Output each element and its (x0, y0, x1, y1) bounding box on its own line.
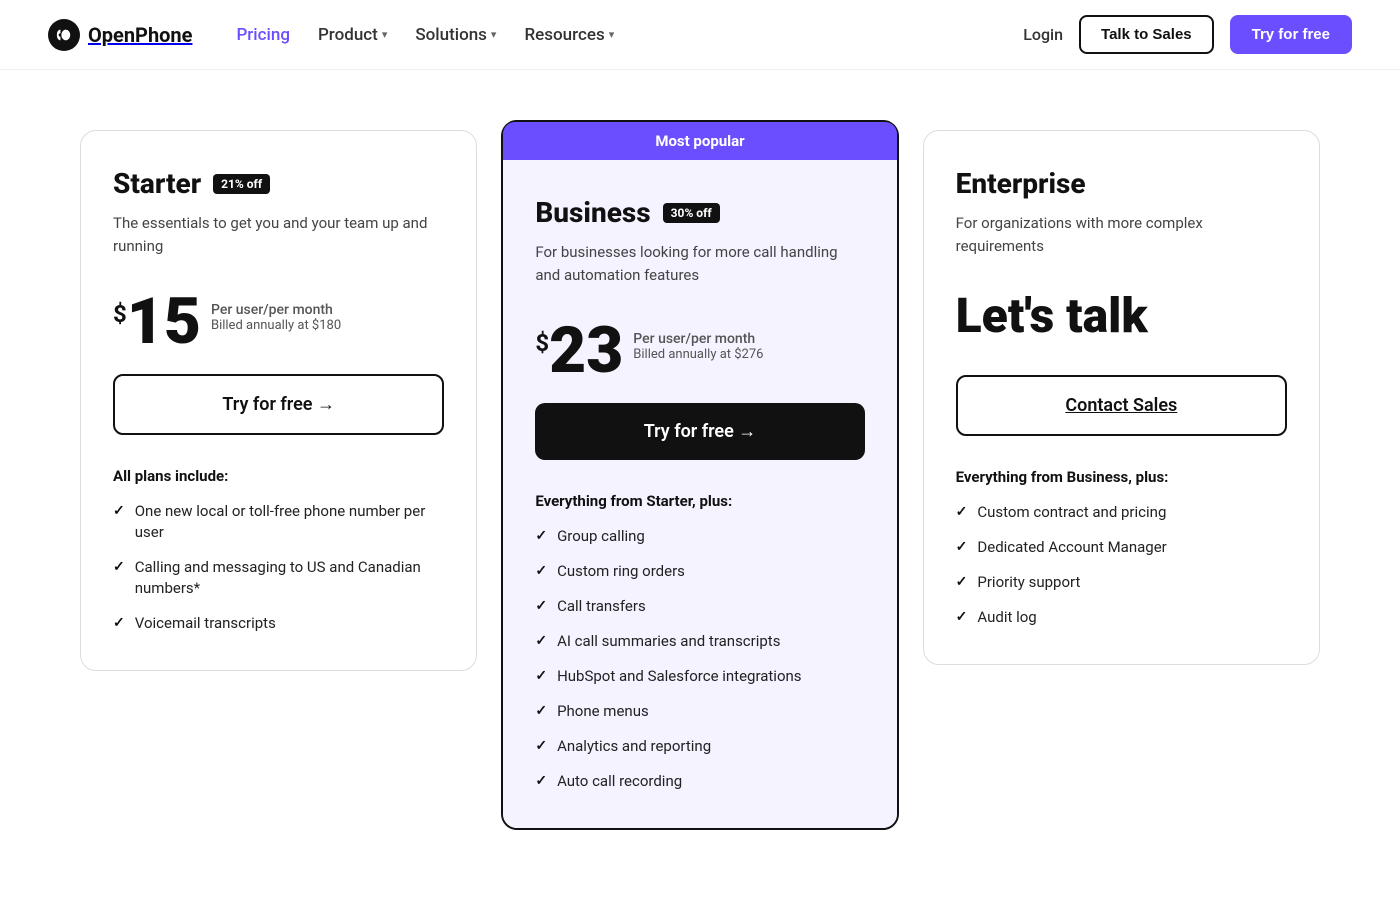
business-feature-list: ✓ Group calling ✓ Custom ring orders ✓ C… (535, 526, 864, 792)
starter-description: The essentials to get you and your team … (113, 212, 444, 262)
most-popular-banner: Most popular (503, 122, 896, 160)
business-price-per: Per user/per month (633, 331, 763, 347)
starter-card: Starter 21% off The essentials to get yo… (80, 130, 477, 671)
business-plan-name: Business (535, 196, 650, 229)
nav-left: OpenPhone Pricing Product ▾ Solutions ▾ … (48, 19, 626, 51)
list-item: ✓ Priority support (956, 572, 1287, 593)
business-features-title: Everything from Starter, plus: (535, 492, 864, 510)
list-item: ✓ Custom contract and pricing (956, 502, 1287, 523)
list-item: ✓ HubSpot and Salesforce integrations (535, 666, 864, 687)
check-icon: ✓ (535, 667, 547, 687)
enterprise-features-title: Everything from Business, plus: (956, 468, 1287, 486)
list-item: ✓ Analytics and reporting (535, 736, 864, 757)
chevron-down-icon: ▾ (609, 28, 615, 41)
nav-links: Pricing Product ▾ Solutions ▾ Resources … (224, 19, 626, 51)
business-price-meta: Per user/per month Billed annually at $2… (633, 319, 763, 362)
starter-price-section: $ 15 Per user/per month Billed annually … (113, 290, 444, 354)
list-item: ✓ Voicemail transcripts (113, 613, 444, 634)
starter-dollar: $ (113, 300, 127, 328)
check-icon: ✓ (535, 562, 547, 582)
check-icon: ✓ (113, 502, 125, 522)
check-icon: ✓ (956, 503, 968, 523)
nav-link-product[interactable]: Product ▾ (306, 19, 399, 51)
check-icon: ✓ (535, 737, 547, 757)
talk-to-sales-button[interactable]: Talk to Sales (1079, 15, 1214, 54)
check-icon: ✓ (535, 632, 547, 652)
business-amount: 23 (549, 319, 623, 383)
business-cta-button[interactable]: Try for free → (535, 403, 864, 460)
list-item: ✓ Audit log (956, 607, 1287, 628)
list-item: ✓ Custom ring orders (535, 561, 864, 582)
starter-cta-button[interactable]: Try for free → (113, 374, 444, 435)
login-button[interactable]: Login (1023, 25, 1063, 44)
chevron-down-icon: ▾ (382, 28, 388, 41)
chevron-down-icon: ▾ (491, 28, 497, 41)
logo-icon (48, 19, 80, 51)
list-item: ✓ AI call summaries and transcripts (535, 631, 864, 652)
list-item: ✓ Call transfers (535, 596, 864, 617)
business-price-billed: Billed annually at $276 (633, 347, 763, 362)
nav-link-solutions[interactable]: Solutions ▾ (403, 19, 508, 51)
enterprise-plan-name: Enterprise (956, 167, 1086, 200)
business-card-wrapper: Most popular Business 30% off For busine… (501, 120, 898, 830)
nav-link-resources[interactable]: Resources ▾ (512, 19, 626, 51)
starter-price-billed: Billed annually at $180 (211, 318, 341, 333)
business-card: Business 30% off For businesses looking … (503, 160, 896, 828)
pricing-grid: Starter 21% off The essentials to get yo… (80, 130, 1320, 830)
check-icon: ✓ (113, 558, 125, 578)
business-price-section: $ 23 Per user/per month Billed annually … (535, 319, 864, 383)
pricing-main: Starter 21% off The essentials to get yo… (0, 70, 1400, 910)
check-icon: ✓ (113, 614, 125, 634)
try-for-free-nav-button[interactable]: Try for free (1230, 15, 1352, 54)
check-icon: ✓ (535, 527, 547, 547)
enterprise-lets-talk: Let's talk (956, 290, 1287, 343)
list-item: ✓ Group calling (535, 526, 864, 547)
logo-text: OpenPhone (88, 23, 192, 47)
enterprise-header: Enterprise (956, 167, 1287, 200)
business-discount-badge: 30% off (663, 203, 720, 223)
nav-right: Login Talk to Sales Try for free (1023, 15, 1352, 54)
starter-price-meta: Per user/per month Billed annually at $1… (211, 290, 341, 333)
check-icon: ✓ (956, 608, 968, 628)
business-header: Business 30% off (535, 196, 864, 229)
starter-header: Starter 21% off (113, 167, 444, 200)
list-item: ✓ Calling and messaging to US and Canadi… (113, 557, 444, 599)
starter-price-per: Per user/per month (211, 302, 341, 318)
starter-amount: 15 (127, 290, 201, 354)
list-item: ✓ One new local or toll-free phone numbe… (113, 501, 444, 543)
check-icon: ✓ (535, 772, 547, 792)
enterprise-feature-list: ✓ Custom contract and pricing ✓ Dedicate… (956, 502, 1287, 628)
starter-price-row: $ 15 Per user/per month Billed annually … (113, 290, 444, 354)
navbar: OpenPhone Pricing Product ▾ Solutions ▾ … (0, 0, 1400, 70)
starter-plan-name: Starter (113, 167, 201, 200)
business-price-row: $ 23 Per user/per month Billed annually … (535, 319, 864, 383)
check-icon: ✓ (535, 702, 547, 722)
starter-discount-badge: 21% off (213, 174, 270, 194)
starter-feature-list: ✓ One new local or toll-free phone numbe… (113, 501, 444, 634)
enterprise-cta-button[interactable]: Contact Sales (956, 375, 1287, 436)
enterprise-card: Enterprise For organizations with more c… (923, 130, 1320, 665)
starter-features-title: All plans include: (113, 467, 444, 485)
check-icon: ✓ (535, 597, 547, 617)
business-dollar: $ (535, 329, 549, 357)
nav-link-pricing[interactable]: Pricing (224, 19, 302, 51)
list-item: ✓ Auto call recording (535, 771, 864, 792)
business-description: For businesses looking for more call han… (535, 241, 864, 291)
check-icon: ✓ (956, 538, 968, 558)
enterprise-description: For organizations with more complex requ… (956, 212, 1287, 262)
list-item: ✓ Dedicated Account Manager (956, 537, 1287, 558)
logo[interactable]: OpenPhone (48, 19, 192, 51)
check-icon: ✓ (956, 573, 968, 593)
list-item: ✓ Phone menus (535, 701, 864, 722)
